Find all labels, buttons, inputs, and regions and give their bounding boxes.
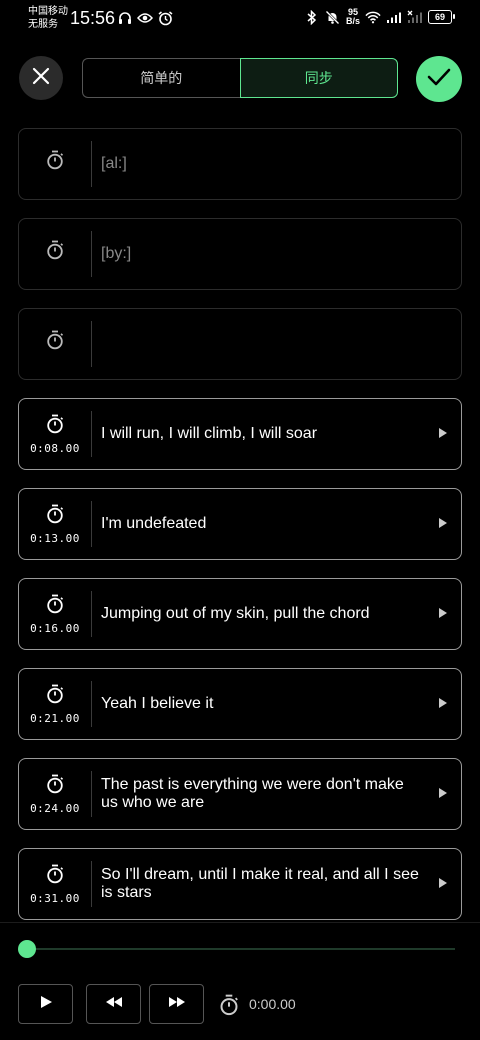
play-button[interactable]	[18, 984, 73, 1024]
signal-none-icon	[407, 9, 423, 25]
timestamp-button[interactable]: 0:08.00	[19, 399, 91, 469]
lyric-row[interactable]: 0:13.00 I'm undefeated	[18, 488, 462, 560]
divider	[91, 771, 92, 817]
close-button[interactable]	[19, 56, 63, 100]
battery-level: 69	[434, 12, 445, 22]
rewind-icon	[104, 995, 124, 1013]
network-speed: 95 B/s	[346, 8, 360, 26]
divider	[91, 231, 92, 277]
timestamp-button[interactable]: 0:13.00	[19, 489, 91, 559]
battery-indicator: 69	[428, 10, 455, 24]
timestamp-button[interactable]: 0:31.00	[19, 849, 91, 919]
play-line-icon[interactable]	[439, 788, 447, 798]
stopwatch-icon	[46, 240, 64, 265]
lyric-row[interactable]: 0:24.00 The past is everything we were d…	[18, 758, 462, 830]
lyric-row[interactable]: 0:21.00 Yeah I believe it	[18, 668, 462, 740]
lyric-text[interactable]	[101, 309, 421, 379]
checkmark-icon	[427, 67, 451, 92]
timestamp-button[interactable]	[19, 129, 91, 199]
stopwatch-icon	[46, 594, 64, 619]
carrier-info: 中国移动 无服务	[28, 5, 68, 31]
lyric-row[interactable]: [al:]	[18, 128, 462, 200]
mode-toggle: 简单的 同步	[82, 58, 398, 98]
confirm-button[interactable]	[416, 56, 462, 102]
play-line-icon[interactable]	[439, 428, 447, 438]
system-icons: 95 B/s 69	[304, 8, 455, 26]
timestamp: 0:24.00	[30, 801, 80, 815]
lyric-text[interactable]: Jumping out of my skin, pull the chord	[101, 579, 421, 649]
divider	[91, 501, 92, 547]
divider	[91, 321, 92, 367]
eye-icon	[137, 10, 153, 26]
tab-synced[interactable]: 同步	[239, 58, 398, 98]
bluetooth-icon	[304, 9, 320, 25]
lyric-row[interactable]: 0:16.00 Jumping out of my skin, pull the…	[18, 578, 462, 650]
rewind-button[interactable]	[86, 984, 141, 1024]
timestamp: 0:16.00	[30, 621, 80, 635]
divider	[0, 922, 480, 923]
stopwatch-icon	[46, 504, 64, 529]
lyric-text[interactable]: I will run, I will climb, I will soar	[101, 399, 421, 469]
timestamp-button[interactable]: 0:24.00	[19, 759, 91, 829]
timestamp: 0:08.00	[30, 441, 80, 455]
network-speed-unit: B/s	[345, 16, 360, 26]
lyric-text[interactable]: So I'll dream, until I make it real, and…	[101, 849, 421, 919]
play-icon	[39, 995, 53, 1014]
clock: 15:56	[70, 8, 116, 28]
lyric-text[interactable]: Yeah I believe it	[101, 669, 421, 739]
lyric-row[interactable]: 0:31.00 So I'll dream, until I make it r…	[18, 848, 462, 920]
timestamp-button[interactable]: 0:16.00	[19, 579, 91, 649]
lyric-text[interactable]: [al:]	[101, 129, 421, 199]
divider	[91, 681, 92, 727]
play-line-icon[interactable]	[439, 698, 447, 708]
lyric-row[interactable]: [by:]	[18, 218, 462, 290]
play-line-icon[interactable]	[439, 878, 447, 888]
tab-plain[interactable]: 简单的	[82, 58, 240, 98]
fast-forward-icon	[167, 995, 187, 1013]
stopwatch-icon	[46, 414, 64, 439]
close-icon	[32, 67, 50, 90]
stopwatch-icon	[46, 150, 64, 175]
divider	[91, 591, 92, 637]
seek-bar[interactable]	[27, 948, 455, 950]
timestamp-button[interactable]	[19, 309, 91, 379]
fast-forward-button[interactable]	[149, 984, 204, 1024]
divider	[91, 861, 92, 907]
lyric-row[interactable]	[18, 308, 462, 380]
stopwatch-icon	[46, 864, 64, 889]
status-bar: 中国移动 无服务 15:56 95 B/s 69	[0, 0, 480, 36]
timestamp-button[interactable]	[19, 219, 91, 289]
lyric-text[interactable]: [by:]	[101, 219, 421, 289]
alarm-icon	[157, 10, 173, 26]
stopwatch-icon[interactable]	[219, 994, 239, 1021]
timestamp: 0:21.00	[30, 711, 80, 725]
service-status: 无服务	[28, 19, 58, 30]
stopwatch-icon	[46, 774, 64, 799]
mute-bell-icon	[325, 9, 341, 25]
divider	[91, 411, 92, 457]
headphones-icon	[117, 10, 133, 26]
timestamp-button[interactable]: 0:21.00	[19, 669, 91, 739]
lyrics-list[interactable]: [al:] [by:] 0:08.00 I will run, I will c…	[18, 128, 462, 920]
stopwatch-icon	[46, 684, 64, 709]
wifi-icon	[365, 9, 381, 25]
notification-icons	[117, 10, 173, 26]
lyric-text[interactable]: I'm undefeated	[101, 489, 421, 559]
stopwatch-icon	[46, 330, 64, 355]
lyric-row[interactable]: 0:08.00 I will run, I will climb, I will…	[18, 398, 462, 470]
signal-4g-icon	[386, 9, 402, 25]
carrier-name: 中国移动	[28, 6, 68, 17]
timestamp: 0:13.00	[30, 531, 80, 545]
play-line-icon[interactable]	[439, 518, 447, 528]
playback-position: 0:00.00	[249, 996, 296, 1012]
play-line-icon[interactable]	[439, 608, 447, 618]
timestamp: 0:31.00	[30, 891, 80, 905]
lyric-text[interactable]: The past is everything we were don't mak…	[101, 759, 421, 829]
divider	[91, 141, 92, 187]
seek-thumb[interactable]	[18, 940, 36, 958]
